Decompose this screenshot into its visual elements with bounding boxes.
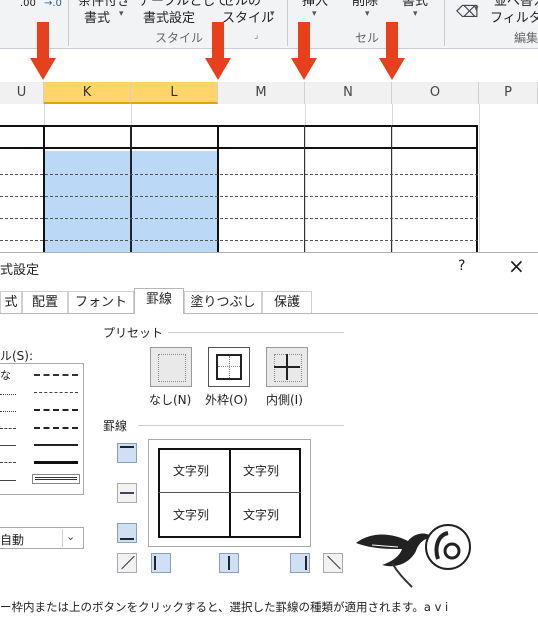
color-dropdown[interactable]: 自動 ⌄ (0, 527, 84, 549)
chevron-down-icon: ▾ (474, 4, 479, 14)
border-left-button[interactable] (151, 553, 171, 573)
chevron-down-icon: ▾ (365, 9, 370, 19)
delete-button[interactable]: 削除 (352, 0, 378, 9)
preset-inside-label: 内側(I) (266, 393, 303, 407)
dialog-launcher-icon[interactable]: ⌟ (254, 31, 258, 41)
ribbon: .00 →.0 条件付き 書式 ▾ テーブルとして 書式設定 セルの スタイル … (0, 0, 538, 49)
color-value: 自動 (0, 533, 25, 547)
column-header-n[interactable]: N (305, 82, 392, 104)
sort-filter-button[interactable]: フィルター (490, 7, 538, 26)
line-style-label: ル(S): (0, 349, 34, 363)
tab-number[interactable]: 式 (0, 291, 22, 313)
tab-border[interactable]: 罫線 (134, 288, 184, 314)
border-label: 罫線 (103, 419, 128, 433)
annotation-arrow (291, 22, 317, 82)
insert-button[interactable]: 挿入 (302, 0, 328, 9)
border-diagonal-down-button[interactable] (323, 553, 343, 573)
table-header-row[interactable] (0, 125, 478, 149)
tab-protection[interactable]: 保護 (262, 291, 312, 313)
border-center-vertical-button[interactable] (219, 553, 239, 573)
preset-none-button[interactable] (150, 347, 192, 387)
border-right-button[interactable] (290, 553, 310, 573)
column-header-o[interactable]: O (392, 82, 479, 104)
decimal-decrease-icon[interactable]: .00 (20, 0, 36, 9)
column-header-bar: U K L M N O P (0, 82, 538, 105)
line-style-list[interactable]: な (0, 363, 84, 495)
annotation-arrow (30, 22, 56, 82)
hint-text: ー枠内または上のボタンをクリックすると、選択した罫線の種類が適用されます。a v… (0, 600, 449, 614)
line-style-none[interactable]: な (0, 367, 11, 383)
column-header-l[interactable]: L (131, 82, 218, 104)
preview-text: 文字列 (173, 508, 210, 522)
tab-fill[interactable]: 塗りつぶし (184, 291, 262, 313)
close-button[interactable]: × (508, 254, 525, 278)
border-bottom-button[interactable] (117, 523, 137, 543)
column-header-u[interactable]: U (0, 82, 44, 104)
border-diagonal-up-button[interactable] (117, 553, 137, 573)
chevron-down-icon: ▾ (119, 9, 124, 19)
dialog-title: 式設定 (0, 263, 40, 278)
tab-alignment[interactable]: 配置 (22, 291, 68, 313)
group-label-cell: セル (355, 31, 380, 45)
ribbon-separator (287, 0, 288, 46)
ribbon-separator (444, 0, 445, 46)
conditional-format-button[interactable]: 書式 (84, 7, 110, 26)
preset-label: プリセット (103, 326, 164, 340)
preset-inside-button[interactable] (266, 347, 308, 387)
chevron-down-icon: ▾ (312, 9, 317, 19)
border-middle-horizontal-button[interactable] (117, 483, 137, 503)
border-preview[interactable]: 文字列 文字列 文字列 文字列 (148, 439, 311, 547)
preset-outline-button[interactable] (208, 347, 250, 387)
annotation-arrow (379, 22, 405, 82)
preset-none-label: なし(N) (149, 393, 192, 407)
format-cells-dialog: 式設定 ? × 式 配置 フォント 罫線 塗りつぶし 保護 ル(S): な 自動… (0, 252, 538, 641)
preview-text: 文字列 (243, 464, 280, 478)
preset-outline-label: 外枠(O) (205, 393, 248, 407)
chevron-down-icon: ▾ (413, 9, 418, 19)
decimal-increase-icon[interactable]: →.0 (44, 0, 62, 9)
preview-text: 文字列 (173, 464, 210, 478)
column-header-k[interactable]: K (44, 82, 131, 104)
tab-font[interactable]: フォント (68, 291, 134, 313)
group-label-style: スタイル (155, 31, 204, 45)
help-button[interactable]: ? (458, 258, 465, 274)
format-button[interactable]: 書式 (402, 0, 428, 9)
border-top-button[interactable] (117, 443, 137, 463)
worksheet-grid[interactable] (0, 104, 538, 252)
bird-logo (356, 524, 471, 588)
formula-bar-area (0, 49, 538, 82)
chevron-down-icon: ▾ (270, 9, 275, 19)
preview-text: 文字列 (243, 508, 280, 522)
chevron-down-icon: ⌄ (66, 530, 76, 543)
column-header-p[interactable]: P (479, 82, 538, 104)
format-as-table-button[interactable]: 書式設定 (143, 7, 195, 26)
ribbon-separator (68, 0, 69, 46)
group-label-edit: 編集 (514, 31, 538, 45)
column-header-m[interactable]: M (218, 82, 305, 104)
annotation-arrow (205, 22, 231, 82)
